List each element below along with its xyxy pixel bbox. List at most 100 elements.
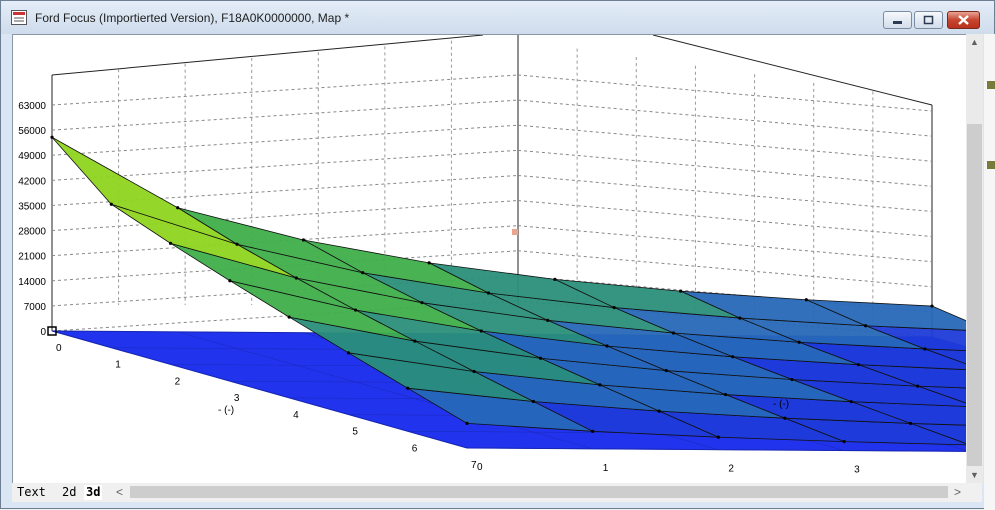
surface-node xyxy=(176,206,180,210)
surface-node xyxy=(109,202,113,206)
z-tick-label: 35000 xyxy=(18,201,46,212)
surface-node xyxy=(50,135,54,139)
cursor-marker xyxy=(512,229,518,235)
z-tick-label: 7000 xyxy=(24,302,47,313)
surface-node xyxy=(168,241,173,245)
tab-text[interactable]: Text xyxy=(15,485,48,500)
surface-node xyxy=(804,298,808,302)
surface-node xyxy=(716,435,721,439)
x-tick-label: 0 xyxy=(56,343,62,354)
side-marker xyxy=(987,161,995,169)
surface-node xyxy=(546,318,550,322)
surface-3d-chart[interactable]: 0 7000 14000 21000 28000 35000 42000 49000 56000… xyxy=(13,35,981,485)
z-tick-label: 49000 xyxy=(18,151,46,162)
x-tick-label: 4 xyxy=(293,410,299,421)
gridline xyxy=(51,149,519,181)
z-tick-label: 42000 xyxy=(18,176,46,187)
scroll-left-icon[interactable]: < xyxy=(116,485,123,499)
gridline xyxy=(51,99,519,131)
surface-node xyxy=(472,369,476,374)
surface-node xyxy=(923,347,927,351)
surface-node xyxy=(553,277,557,281)
surface-node xyxy=(346,351,351,355)
bottom-bar: Text 2d 3d < > xyxy=(12,483,982,502)
top-right-edge xyxy=(652,35,933,106)
surface-node xyxy=(353,308,358,312)
surface-node xyxy=(235,242,239,246)
side-marker xyxy=(987,81,995,89)
surface-node xyxy=(591,429,595,433)
surface-node xyxy=(598,383,602,387)
scroll-up-icon[interactable]: ▲ xyxy=(966,34,983,51)
surface-node xyxy=(783,416,787,420)
surface-node xyxy=(612,305,616,310)
horizontal-scroll-thumb[interactable] xyxy=(130,486,948,498)
window-title: Ford Focus (Importierted Version), F18A0… xyxy=(35,11,350,25)
z-tick-label: 56000 xyxy=(18,126,46,137)
z-tick-label: 63000 xyxy=(18,101,46,112)
x-tick-label: 5 xyxy=(352,427,358,438)
y-tick-label: 2 xyxy=(728,464,734,475)
surface-node xyxy=(361,271,365,275)
scroll-right-icon[interactable]: > xyxy=(954,485,961,499)
side-panel-edge xyxy=(984,34,995,510)
map-window: Ford Focus (Importierted Version), F18A0… xyxy=(0,0,995,510)
z-tick-label: 14000 xyxy=(18,277,46,288)
close-icon xyxy=(958,15,969,25)
vertical-scrollbar[interactable]: ▲ ▼ xyxy=(966,34,983,484)
surface-node xyxy=(723,392,728,397)
surface-node xyxy=(908,421,913,426)
surface-node xyxy=(427,261,431,265)
surface-node xyxy=(664,368,668,373)
surface-node xyxy=(413,339,417,343)
y-axis-label: - (-) xyxy=(773,399,789,410)
surface-node xyxy=(228,279,232,283)
surface-node xyxy=(849,400,853,404)
close-button[interactable] xyxy=(947,11,980,29)
surface-node xyxy=(731,355,735,359)
restore-icon xyxy=(923,15,934,25)
surface-node xyxy=(797,340,801,344)
surface-node xyxy=(287,315,291,319)
top-back-edge xyxy=(51,35,484,76)
surface-node xyxy=(294,276,298,280)
app-icon xyxy=(11,10,27,25)
surface-node xyxy=(531,399,536,404)
x-axis-label: - (-) xyxy=(218,405,234,416)
z-tick-label: 28000 xyxy=(18,227,46,238)
y-tick-label: 1 xyxy=(603,463,609,474)
vertical-scroll-thumb[interactable] xyxy=(967,124,982,466)
gridline xyxy=(51,74,519,106)
scroll-down-icon[interactable]: ▼ xyxy=(966,467,983,484)
surface-node xyxy=(479,329,483,333)
maximize-button[interactable] xyxy=(914,11,943,29)
surface-node xyxy=(420,301,424,305)
surface-node xyxy=(856,363,861,367)
surface-node xyxy=(738,316,742,320)
tab-2d[interactable]: 2d xyxy=(60,485,78,500)
y-tick-label: 3 xyxy=(854,465,860,476)
surface-node xyxy=(842,439,846,444)
x-tick-label: 6 xyxy=(412,443,418,454)
z-tick-label: 0 xyxy=(40,327,46,338)
surface-node xyxy=(657,409,661,413)
title-bar[interactable]: Ford Focus (Importierted Version), F18A0… xyxy=(1,1,994,34)
x-tick-label: 2 xyxy=(175,376,181,387)
z-tick-label: 21000 xyxy=(18,252,46,263)
surface-node xyxy=(863,324,868,328)
y-tick-label: 0 xyxy=(477,462,483,473)
chart-area[interactable]: 0 7000 14000 21000 28000 35000 42000 49000 56000… xyxy=(12,34,982,502)
surface-node xyxy=(678,289,683,293)
surface-node xyxy=(301,238,306,242)
surface-patch xyxy=(51,136,238,245)
surface-node xyxy=(486,291,491,295)
tab-3d[interactable]: 3d xyxy=(84,485,103,500)
surface-node xyxy=(916,384,920,388)
minimize-icon xyxy=(893,21,902,24)
x-tick-label: 1 xyxy=(115,360,121,371)
surface-node xyxy=(605,344,609,348)
gridline xyxy=(51,124,519,156)
surface-node xyxy=(930,304,934,308)
minimize-button[interactable] xyxy=(883,11,912,29)
surface-node xyxy=(671,331,676,335)
